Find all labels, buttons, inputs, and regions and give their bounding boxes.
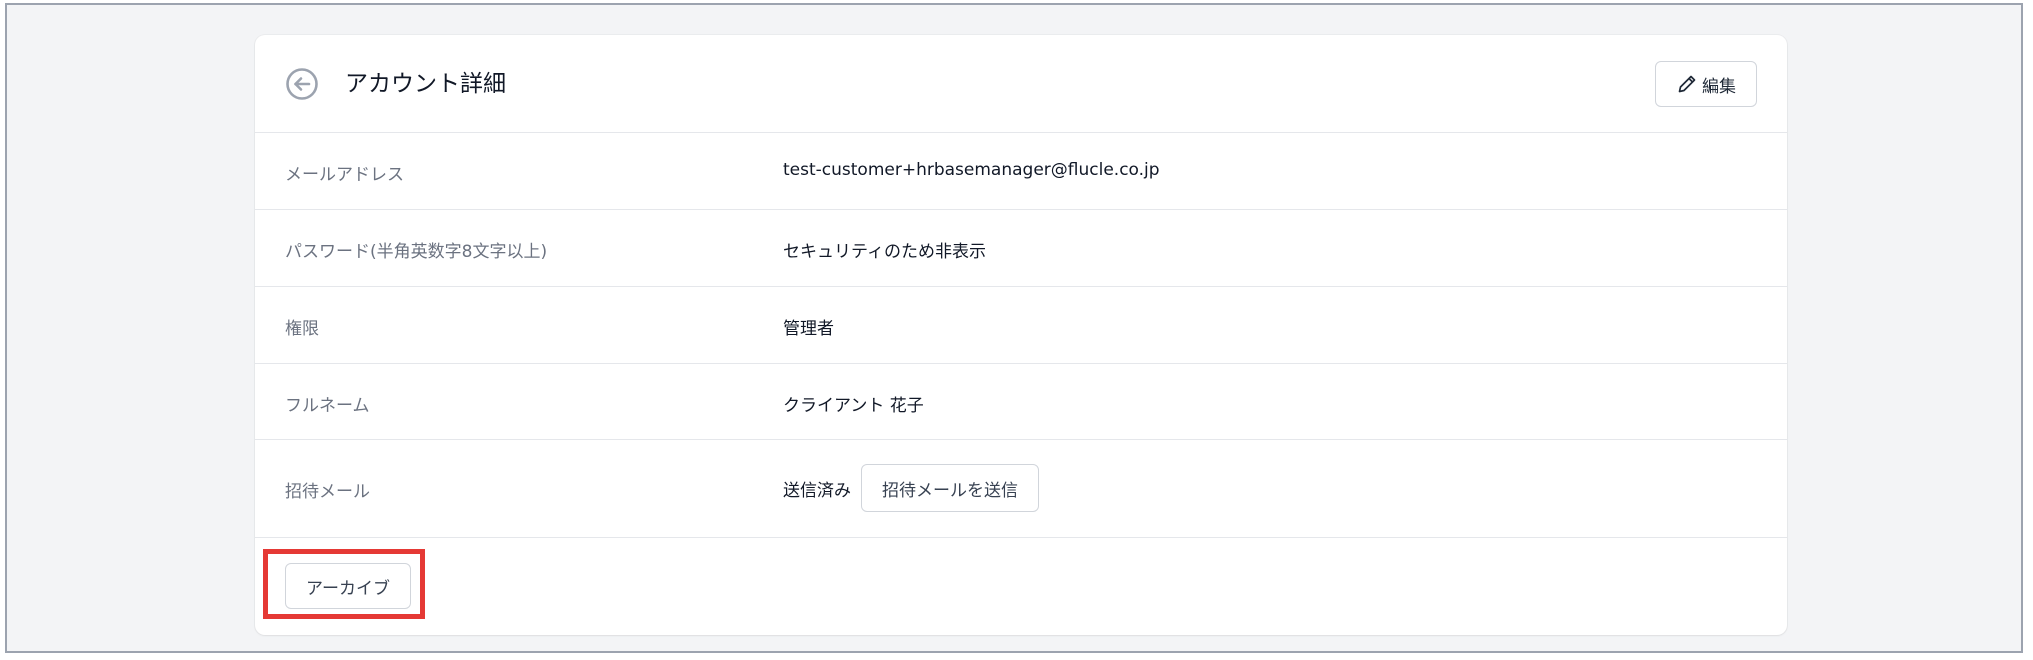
field-label: 権限 [285, 319, 319, 339]
page-title: アカウント詳細 [345, 71, 506, 97]
field-label: フルネーム [285, 396, 370, 416]
pencil-icon [1678, 75, 1696, 93]
back-button[interactable] [285, 67, 319, 101]
field-value: クライアント 花子 [783, 396, 924, 416]
arrow-left-circle-icon [286, 68, 318, 100]
field-label: パスワード(半角英数字8文字以上) [285, 242, 548, 262]
edit-button-label: 編集 [1702, 76, 1736, 97]
archive-button[interactable]: アーカイブ [285, 563, 411, 609]
edit-button[interactable]: 編集 [1655, 61, 1757, 107]
invite-status: 送信済み [783, 480, 851, 501]
field-label: 招待メール [285, 482, 370, 502]
page-frame: アカウント詳細 編集 メールアドレス test-customer+hrbasem… [5, 3, 2023, 653]
field-row-password: パスワード(半角英数字8文字以上) セキュリティのため非表示 [255, 210, 1787, 287]
field-value: test-customer+hrbasemanager@flucle.co.jp [783, 160, 1160, 180]
field-row-invite: 招待メール 送信済み 招待メールを送信 [255, 440, 1787, 538]
field-label: メールアドレス [285, 165, 404, 185]
send-invite-button[interactable]: 招待メールを送信 [861, 464, 1039, 512]
account-detail-card: アカウント詳細 編集 メールアドレス test-customer+hrbasem… [255, 35, 1787, 635]
card-header: アカウント詳細 編集 [255, 35, 1787, 133]
field-row-email: メールアドレス test-customer+hrbasemanager@fluc… [255, 133, 1787, 210]
field-value: 管理者 [783, 319, 834, 339]
field-value: セキュリティのため非表示 [783, 242, 986, 262]
field-row-fullname: フルネーム クライアント 花子 [255, 364, 1787, 440]
field-row-role: 権限 管理者 [255, 287, 1787, 364]
invite-value: 送信済み 招待メールを送信 [783, 464, 1039, 512]
